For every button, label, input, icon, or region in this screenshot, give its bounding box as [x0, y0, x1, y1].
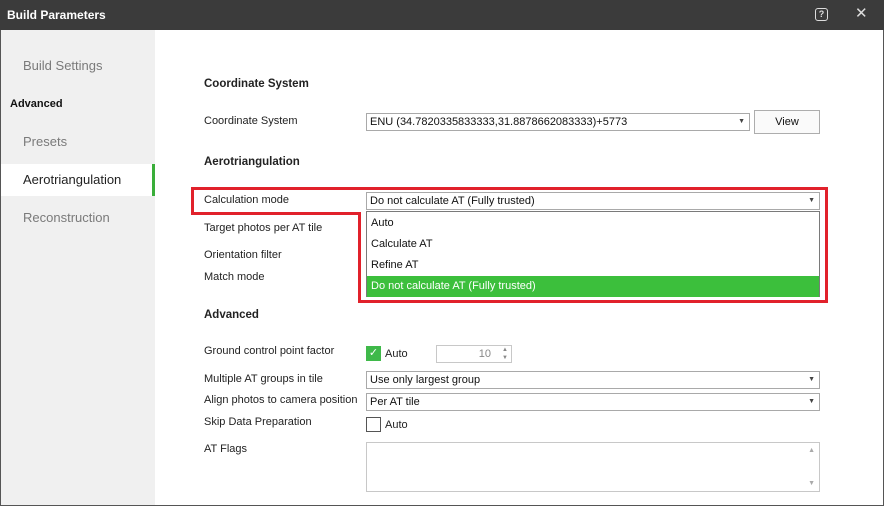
gcp-factor-label: Ground control point factor: [204, 345, 335, 357]
multiple-groups-value: Use only largest group: [370, 374, 481, 386]
gcp-auto-checkbox[interactable]: ✓: [366, 346, 381, 361]
sidebar-item-build-settings[interactable]: Build Settings: [1, 50, 155, 82]
orientation-filter-label: Orientation filter: [204, 249, 282, 261]
coordinate-system-heading: Coordinate System: [204, 78, 309, 90]
advanced-heading: Advanced: [204, 309, 259, 321]
coordinate-system-select[interactable]: ENU (34.7820335833333,31.8878662083333)+…: [366, 113, 750, 131]
gcp-auto-label: Auto: [385, 348, 408, 360]
sidebar-item-aerotriangulation[interactable]: Aerotriangulation: [1, 164, 155, 196]
annotation-highlight-bottom: [358, 212, 828, 303]
chevron-down-icon: ▼: [808, 376, 815, 383]
aerotriangulation-heading: Aerotriangulation: [204, 156, 300, 168]
close-icon[interactable]: ✕: [855, 6, 868, 22]
sidebar-section-advanced: Advanced: [10, 98, 63, 110]
chevron-down-icon: ▼: [808, 398, 815, 405]
align-photos-label: Align photos to camera position: [204, 394, 358, 406]
coordinate-system-value: ENU (34.7820335833333,31.8878662083333)+…: [370, 116, 628, 128]
spin-arrows-icon[interactable]: ▲ ▼: [502, 346, 508, 362]
coordinate-system-label: Coordinate System: [204, 115, 298, 127]
scroll-down-icon[interactable]: ▼: [808, 480, 815, 487]
check-icon: ✓: [368, 347, 379, 359]
sidebar: Build Settings Advanced Presets Aerotria…: [1, 30, 155, 505]
chevron-down-icon: ▼: [738, 118, 745, 125]
window-title: Build Parameters: [7, 8, 106, 22]
view-button[interactable]: View: [754, 110, 820, 134]
target-photos-label: Target photos per AT tile: [204, 222, 323, 234]
at-flags-label: AT Flags: [204, 443, 247, 455]
annotation-highlight-top: [191, 187, 828, 215]
at-flags-textarea[interactable]: ▲ ▼: [366, 442, 820, 492]
sidebar-item-presets[interactable]: Presets: [1, 126, 155, 158]
skip-data-checkbox[interactable]: [366, 417, 381, 432]
align-photos-value: Per AT tile: [370, 396, 420, 408]
multiple-groups-select[interactable]: Use only largest group ▼: [366, 371, 820, 389]
gcp-factor-value: 10: [478, 348, 491, 360]
skip-data-label: Skip Data Preparation: [204, 416, 312, 428]
scroll-up-icon[interactable]: ▲: [808, 447, 815, 454]
title-bar: Build Parameters ? ✕: [0, 0, 884, 30]
multiple-groups-label: Multiple AT groups in tile: [204, 373, 323, 385]
help-icon[interactable]: ?: [815, 8, 828, 21]
match-mode-label: Match mode: [204, 271, 265, 283]
sidebar-item-reconstruction[interactable]: Reconstruction: [1, 202, 155, 234]
annotation-highlight-step: [191, 212, 361, 215]
gcp-factor-spinbox[interactable]: 10 ▲ ▼: [436, 345, 512, 363]
align-photos-select[interactable]: Per AT tile ▼: [366, 393, 820, 411]
skip-data-auto-label: Auto: [385, 419, 408, 431]
